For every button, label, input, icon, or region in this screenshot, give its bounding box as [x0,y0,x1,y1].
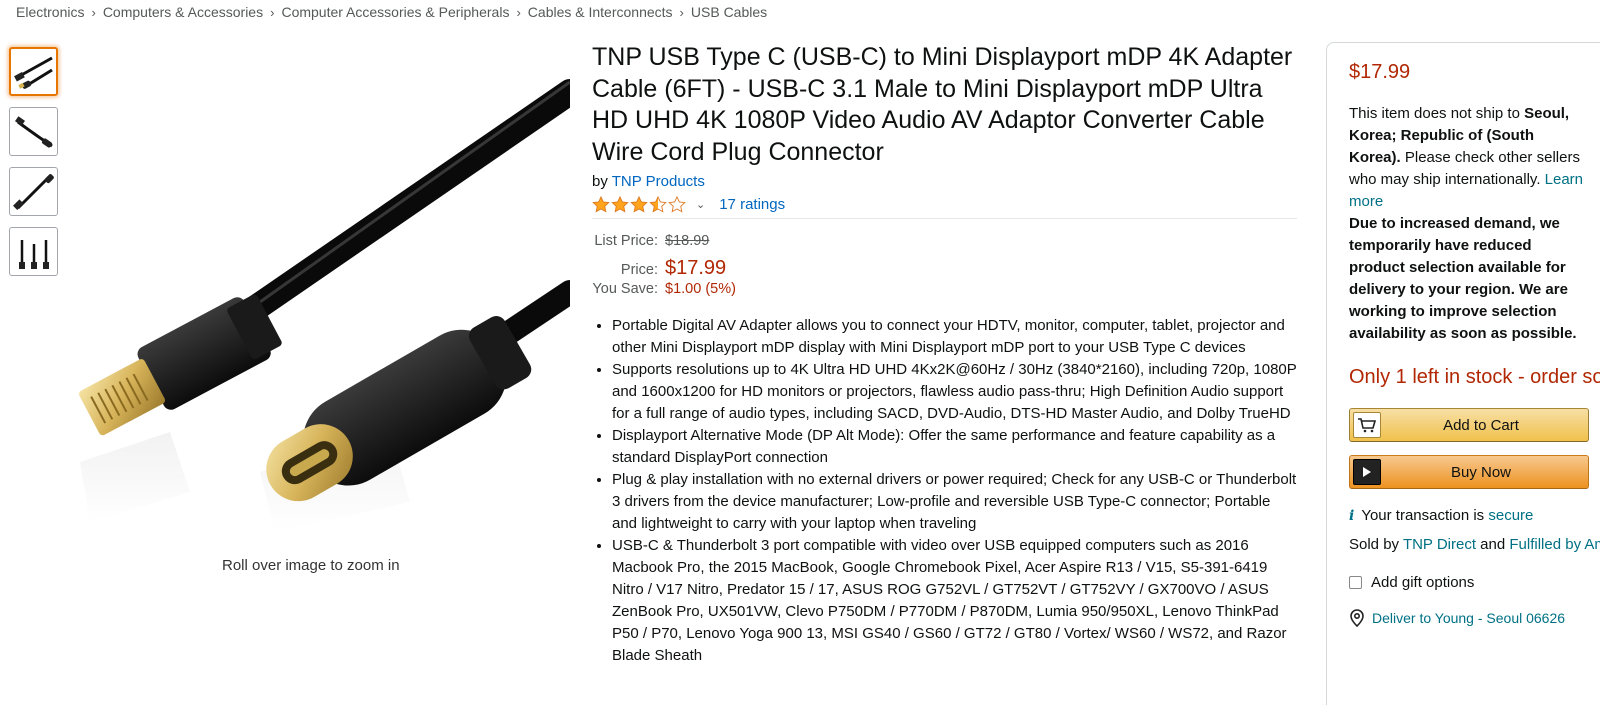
price-row: Price: $17.99 [592,257,1297,281]
cart-icon [1353,412,1381,438]
you-save-label: You Save: [592,281,658,297]
star-half-icon [649,195,667,213]
feature-bullet: Portable Digital AV Adapter allows you t… [612,315,1297,359]
feature-bullet: USB-C & Thunderbolt 3 port compatible wi… [612,535,1297,667]
cable-thumbnail-image [12,173,54,210]
breadcrumb-separator: › [270,4,275,20]
deliver-to[interactable]: Deliver to Young - Seoul 06626 [1349,609,1600,627]
buy-now-label: Buy Now [1450,463,1512,481]
thumbnail-4[interactable] [9,227,58,276]
breadcrumb-separator: › [516,4,521,20]
breadcrumb-computers-accessories[interactable]: Computers & Accessories [103,4,263,20]
buy-box: $17.99 This item does not ship to Seoul,… [1326,42,1600,705]
price-label: Price: [620,262,658,278]
breadcrumb-usb-cables[interactable]: USB Cables [691,4,767,20]
main-product-image[interactable] [60,52,583,552]
list-price-row: List Price: $18.99 [592,233,1297,257]
star-full-icon [630,195,648,213]
star-rating[interactable] [592,195,686,213]
feature-bullet: Supports resolutions up to 4K Ultra HD U… [612,359,1297,425]
price-table: List Price: $18.99 Price: $17.99 You Sav… [592,233,1297,305]
byline: by TNP Products [592,173,1297,190]
thumbnail-3[interactable] [9,167,58,216]
brand-link[interactable]: TNP Products [612,173,705,190]
buy-now-button[interactable]: Buy Now [1349,455,1589,489]
zoom-hint: Roll over image to zoom in [222,557,400,574]
buybox-price: $17.99 [1349,61,1411,83]
secure-prefix: Your transaction is [1361,507,1485,524]
ratings-count-link[interactable]: 17 ratings [719,196,785,213]
breadcrumb-separator: › [91,4,96,20]
gift-options-checkbox[interactable] [1349,576,1362,589]
sold-by: Sold by TNP Direct and Fulfilled by Amaz… [1349,534,1600,556]
ratings-row: ⌄ 17 ratings [592,193,1297,215]
breadcrumb-cables-interconnects[interactable]: Cables & Interconnects [528,4,673,20]
demand-notice: Due to increased demand, we temporarily … [1349,215,1577,342]
shipping-notice-prefix: This item does not ship to [1349,105,1525,122]
secure-transaction: i Your transaction is secure [1349,507,1600,524]
thumbnail-1[interactable] [9,47,58,96]
product-details: TNP USB Type C (USB-C) to Mini Displaypo… [592,42,1297,667]
by-prefix: by [592,173,608,190]
cable-thumbnail-image [14,115,53,148]
gift-options: Add gift options [1349,574,1600,591]
add-to-cart-button[interactable]: Add to Cart [1349,408,1589,442]
gift-options-label: Add gift options [1371,574,1475,591]
breadcrumb-computer-accessories-peripherals[interactable]: Computer Accessories & Peripherals [281,4,509,20]
sold-by-prefix: Sold by [1349,536,1403,553]
deliver-to-link[interactable]: Deliver to Young - Seoul 06626 [1372,610,1565,626]
play-icon [1353,459,1381,485]
seller-link[interactable]: TNP Direct [1403,536,1476,553]
chevron-down-icon[interactable]: ⌄ [696,198,705,211]
breadcrumb: Electronics › Computers & Accessories › … [16,4,767,20]
price-value: $17.99 [665,257,727,279]
star-full-icon [592,195,610,213]
divider [592,218,1297,219]
cable-thumbnail-image [13,56,53,89]
list-price-label: List Price: [594,233,658,249]
list-price-value: $18.99 [665,233,710,249]
star-full-icon [611,195,629,213]
add-to-cart-label: Add to Cart [1443,416,1519,434]
product-title: TNP USB Type C (USB-C) to Mini Displaypo… [592,43,1293,166]
sold-and: and [1476,536,1510,553]
breadcrumb-separator: › [679,4,684,20]
you-save-value: $1.00 (5%) [665,281,736,297]
location-pin-icon [1350,609,1364,627]
star-empty-icon [668,195,686,213]
info-icon: i [1349,507,1355,524]
you-save-row: You Save: $1.00 (5%) [592,281,1297,305]
feature-bullets: Portable Digital AV Adapter allows you t… [592,315,1297,667]
stock-status: Only 1 left in stock - order soon. [1349,366,1600,388]
shipping-notice: This item does not ship to Seoul, Korea;… [1349,103,1589,213]
feature-bullet: Plug & play installation with no externa… [612,469,1297,535]
feature-bullet: Displayport Alternative Mode (DP Alt Mod… [612,425,1297,469]
thumbnail-strip [9,47,59,287]
fulfilled-by-link[interactable]: Fulfilled by Amazon [1509,536,1600,553]
secure-link[interactable]: secure [1488,507,1533,524]
cable-thumbnail-image [18,239,49,269]
usb-c-to-mini-displayport-cable-image [79,79,583,532]
breadcrumb-electronics[interactable]: Electronics [16,4,84,20]
thumbnail-2[interactable] [9,107,58,156]
